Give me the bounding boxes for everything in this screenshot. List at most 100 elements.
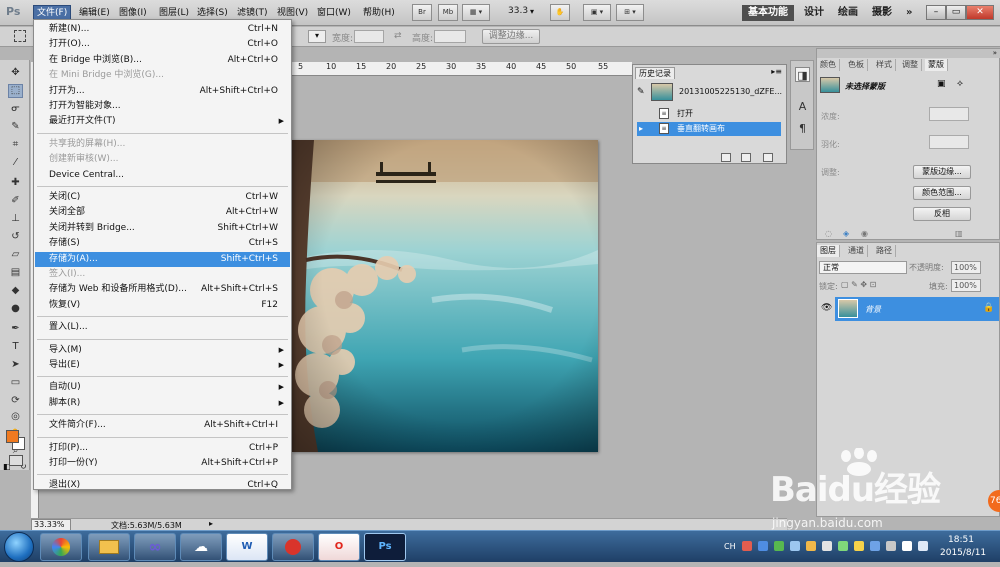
history-panel-tab[interactable]: 历史记录 (635, 67, 675, 79)
eraser-tool-icon[interactable]: ▱ (8, 248, 23, 262)
view-extras-dropdown[interactable]: ▦ ▾ (462, 4, 490, 21)
quick-mask-icon[interactable] (9, 455, 23, 466)
file-menu-item[interactable]: 脚本(R) ▶ (35, 396, 290, 411)
mini-bridge-button[interactable]: Mb (438, 4, 458, 21)
file-menu-item[interactable]: 打开(O)... Ctrl+O (35, 37, 290, 52)
style-dropdown[interactable]: ▾ (308, 30, 326, 43)
tray-icon-7[interactable] (838, 541, 848, 551)
tab-channels[interactable]: 通道 (845, 245, 868, 257)
hand-tool-button[interactable]: ✋ (550, 4, 570, 21)
current-state-slider-icon[interactable]: ▸ (639, 122, 643, 136)
path-select-tool-icon[interactable]: ➤ (8, 358, 23, 372)
taskbar-app-photoshop[interactable]: Ps (364, 533, 406, 561)
taskbar-app-browser[interactable] (40, 533, 82, 561)
start-button[interactable] (4, 532, 34, 562)
tab-masks[interactable]: 蒙版 (925, 59, 948, 71)
lasso-tool-icon[interactable]: ᓂ (8, 102, 23, 116)
document-image[interactable] (292, 140, 598, 452)
type-tool-icon[interactable]: T (8, 340, 23, 354)
pixel-mask-icon[interactable]: ▣ (937, 79, 946, 89)
tab-adjustments[interactable]: 调整 (899, 59, 922, 71)
fill-input[interactable]: 100% (951, 279, 981, 292)
file-menu-item[interactable]: 最近打开文件(T) ▶ (35, 114, 290, 129)
vector-mask-icon[interactable]: ⟡ (957, 79, 963, 89)
clock-date[interactable]: 2015/8/11 (940, 548, 986, 558)
feather-input[interactable] (929, 135, 969, 149)
bridge-button[interactable]: Br (412, 4, 432, 21)
screen-mode-dropdown[interactable]: ▣ ▾ (583, 4, 611, 21)
restore-button[interactable]: ▭ (946, 5, 966, 20)
tray-icon-8[interactable] (854, 541, 864, 551)
file-menu-item[interactable]: 存储为(A)... Shift+Ctrl+S (35, 251, 290, 267)
healing-brush-tool-icon[interactable]: ✚ (8, 176, 23, 190)
file-menu-item[interactable]: 关闭(C) Ctrl+W (35, 190, 290, 205)
tray-icon-5[interactable] (806, 541, 816, 551)
file-menu-item[interactable]: 导出(E) ▶ (35, 358, 290, 373)
marquee-tool-icon[interactable]: ⬚ (8, 84, 23, 98)
crop-tool-icon[interactable]: ⌗ (8, 138, 23, 152)
tab-layers[interactable]: 图层 (817, 245, 840, 257)
file-menu-item[interactable]: 置入(L)... (35, 320, 290, 335)
file-menu-item[interactable]: 新建(N)... Ctrl+N (35, 22, 290, 37)
tab-swatches[interactable]: 色板 (845, 59, 868, 71)
tray-icon-6[interactable] (822, 541, 832, 551)
brush-tool-icon[interactable]: ✐ (8, 194, 23, 208)
file-menu-item[interactable]: 在 Bridge 中浏览(B)... Alt+Ctrl+O (35, 53, 290, 68)
tray-icon-10[interactable] (886, 541, 896, 551)
file-menu-item[interactable]: 打开为智能对象... (35, 99, 290, 114)
move-tool-icon[interactable]: ✥ (8, 66, 23, 80)
close-button[interactable]: ✕ (966, 5, 994, 20)
density-input[interactable] (929, 107, 969, 121)
taskbar-app-opera[interactable]: O (318, 533, 360, 561)
disable-mask-icon[interactable]: ◉ (861, 229, 868, 238)
blur-tool-icon[interactable]: ◆ (8, 284, 23, 298)
menu-help[interactable]: 帮助(H) (360, 5, 398, 21)
panel-menu-icon[interactable]: ▸≡ (771, 67, 782, 76)
marquee-icon[interactable] (14, 30, 26, 42)
file-menu-item[interactable]: 恢复(V) F12 (35, 298, 290, 313)
apply-mask-icon[interactable]: ◈ (843, 229, 849, 238)
blend-mode-dropdown[interactable]: 正常 (819, 261, 907, 274)
file-menu-item[interactable]: 存储为 Web 和设备所用格式(D)... Alt+Shift+Ctrl+S (35, 282, 290, 297)
history-brush-tool-icon[interactable]: ↺ (8, 230, 23, 244)
layer-row-background[interactable]: 背景 🔒 (835, 297, 999, 321)
file-menu-item[interactable]: Device Central... (35, 168, 290, 183)
file-menu-item[interactable]: 关闭全部 Alt+Ctrl+W (35, 205, 290, 220)
opacity-input[interactable]: 100% (951, 261, 981, 274)
file-menu-item[interactable]: 退出(X) Ctrl+Q (35, 478, 290, 493)
gradient-tool-icon[interactable]: ▤ (8, 266, 23, 280)
tab-color[interactable]: 颜色 (817, 59, 840, 71)
3d-camera-tool-icon[interactable]: ◎ (8, 410, 23, 424)
language-indicator[interactable]: CH (724, 542, 736, 551)
swap-icon[interactable]: ⇄ (394, 31, 402, 41)
workspace-design[interactable]: 设计 (798, 5, 830, 21)
history-snapshot-thumbnail[interactable] (651, 83, 673, 101)
workspace-essentials[interactable]: 基本功能 (742, 5, 794, 21)
dodge-tool-icon[interactable]: ● (8, 302, 23, 316)
pen-tool-icon[interactable]: ✒ (8, 322, 23, 336)
file-menu-item[interactable]: 打印一份(Y) Alt+Shift+Ctrl+P (35, 456, 290, 471)
lock-options-icon[interactable]: ▢ ✎ ✥ ⊡ (841, 280, 876, 289)
network-icon[interactable] (902, 541, 912, 551)
paragraph-panel-icon[interactable]: ¶ (795, 121, 810, 136)
eyedropper-tool-icon[interactable]: ⁄ (8, 156, 23, 170)
tab-paths[interactable]: 路径 (873, 245, 896, 257)
new-document-from-state-icon[interactable] (721, 153, 731, 162)
status-menu-arrow-icon[interactable]: ▸ (209, 519, 213, 528)
minimize-button[interactable]: – (926, 5, 946, 20)
zoom-level-dropdown[interactable]: 33.3 (508, 6, 528, 16)
tab-styles[interactable]: 样式 (873, 59, 896, 71)
height-input[interactable] (434, 30, 466, 43)
invert-button[interactable]: 反相 (913, 207, 971, 221)
tray-icon-9[interactable] (870, 541, 880, 551)
foreground-color-chip[interactable] (6, 430, 19, 443)
history-snapshot-name[interactable]: 20131005225130_dZFE... (679, 87, 782, 96)
file-menu-item[interactable]: 导入(M) ▶ (35, 343, 290, 358)
shape-tool-icon[interactable]: ▭ (8, 376, 23, 390)
tray-icon-2[interactable] (758, 541, 768, 551)
tray-icon-4[interactable] (790, 541, 800, 551)
file-menu-item[interactable]: 文件简介(F)... Alt+Shift+Ctrl+I (35, 418, 290, 433)
load-selection-icon[interactable]: ◌ (825, 229, 832, 238)
taskbar-app-cloud[interactable]: ☁ (180, 533, 222, 561)
create-snapshot-icon[interactable] (741, 153, 751, 162)
